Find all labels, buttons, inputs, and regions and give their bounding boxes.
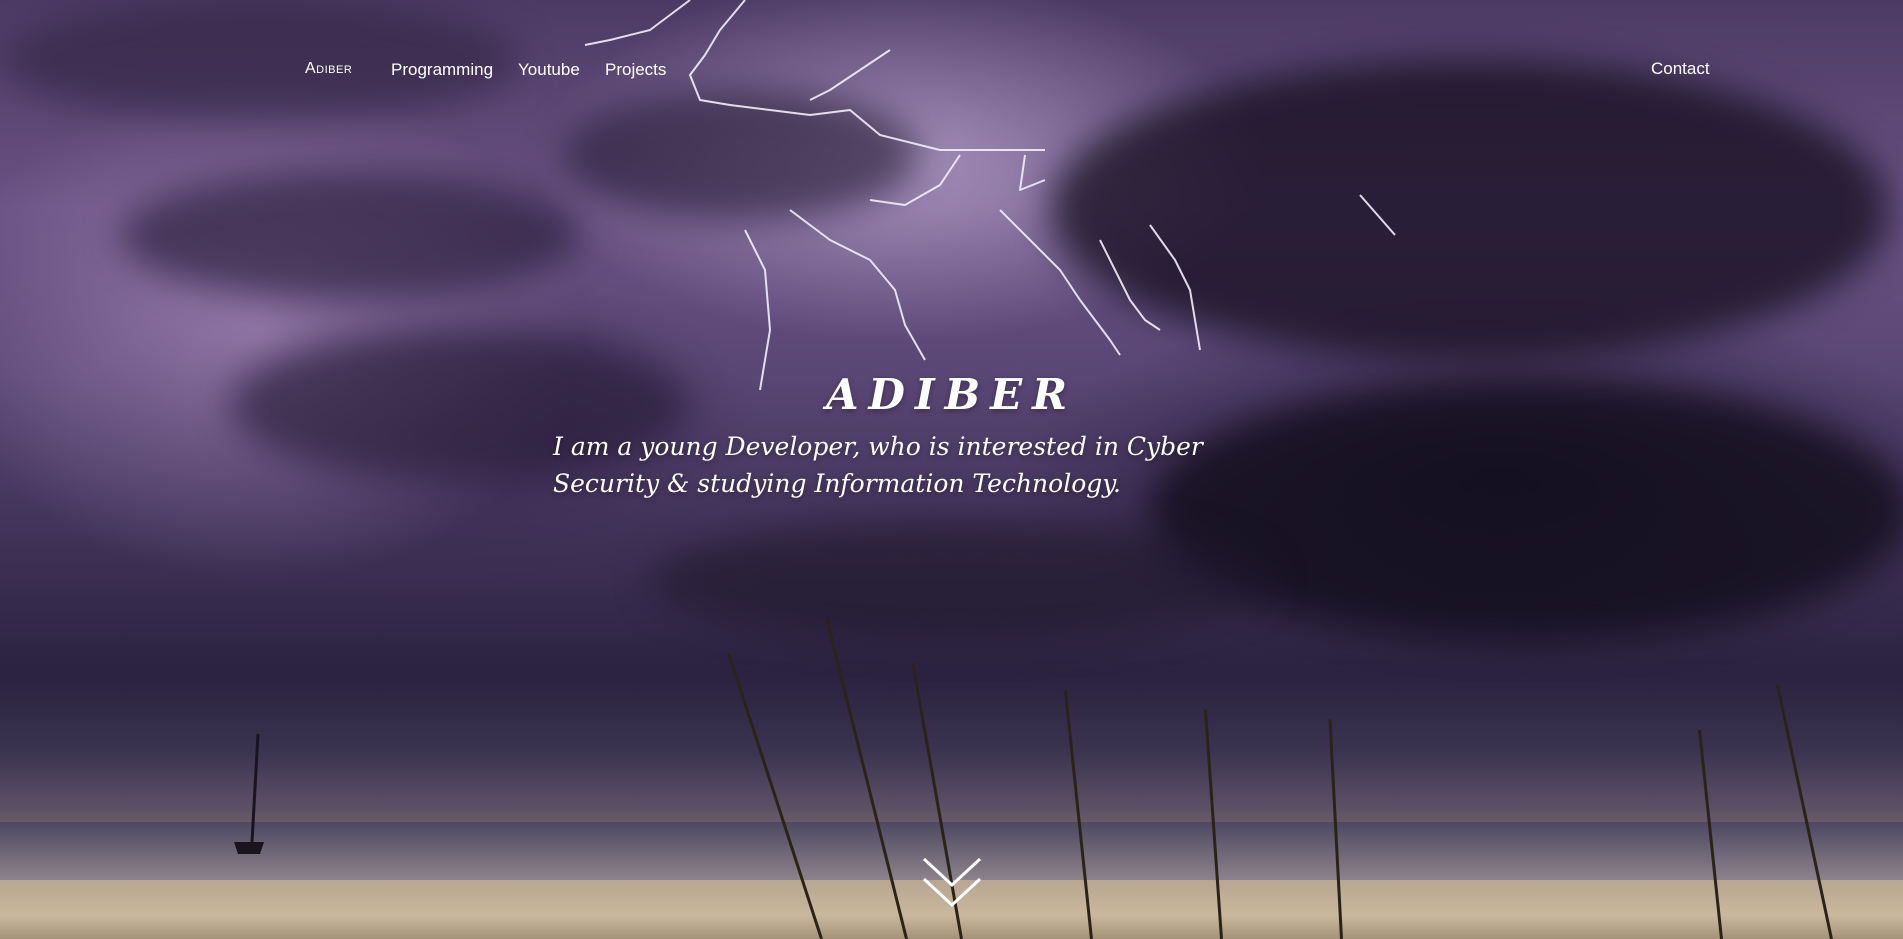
storm-cloud — [120, 170, 580, 300]
hero-title: ADIBER — [825, 370, 1078, 419]
top-nav: Adiber Programming Youtube Projects Cont… — [0, 0, 1903, 140]
nav-link-programming[interactable]: Programming — [391, 60, 493, 80]
nav-link-projects[interactable]: Projects — [605, 60, 666, 80]
storm-cloud — [1150, 380, 1903, 640]
storm-cloud — [650, 520, 1270, 640]
double-chevron-down-icon — [922, 857, 982, 908]
hero-subtitle: I am a young Developer, who is intereste… — [553, 432, 1203, 498]
sailboat — [234, 733, 264, 854]
scroll-down-button[interactable] — [920, 855, 984, 911]
nav-logo-link[interactable]: Adiber — [305, 60, 352, 78]
nav-link-youtube[interactable]: Youtube — [518, 60, 580, 80]
nav-link-contact[interactable]: Contact — [1651, 59, 1710, 79]
hero-section: Adiber Programming Youtube Projects Cont… — [0, 0, 1903, 939]
